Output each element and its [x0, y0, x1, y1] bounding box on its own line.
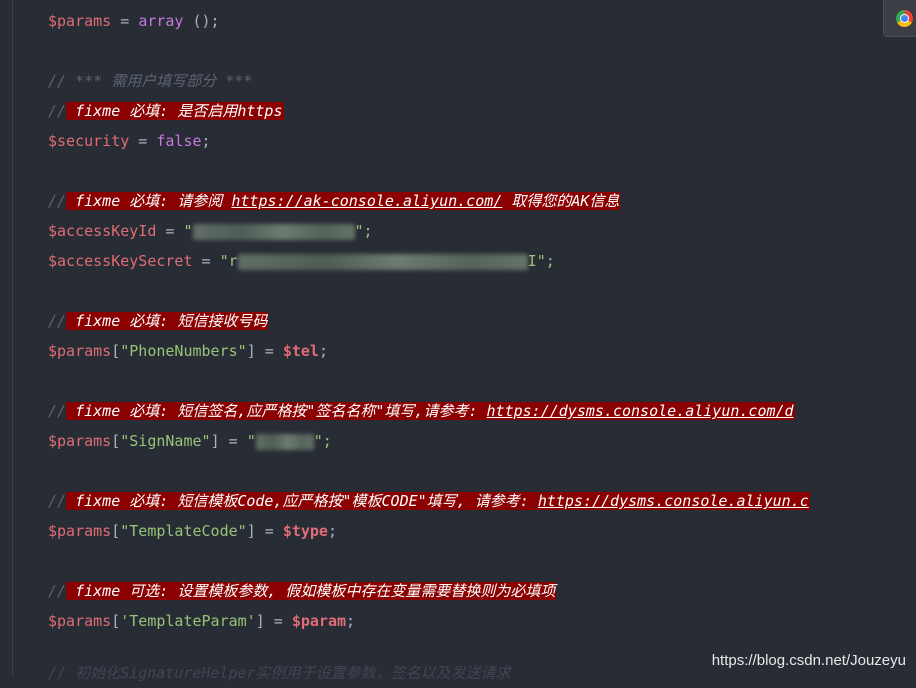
comment-link[interactable]: https://ak-console.aliyun.com/ [231, 192, 502, 210]
code-line-8: // fixme 必填: 短信接收号码 [48, 306, 269, 336]
code-line-14: // fixme 可选: 设置模板参数, 假如模板中存在变量需要替换则为必填项 [48, 576, 557, 606]
fixme-comment: fixme 必填: 短信接收号码 [66, 312, 269, 330]
variable: $params [48, 12, 112, 30]
keyword: false [156, 132, 202, 150]
code-line-12: // fixme 必填: 短信模板Code,应严格按"模板CODE"填写, 请参… [48, 486, 810, 516]
punctuation: (); [183, 12, 220, 30]
redacted-value [255, 433, 314, 450]
comment-text: fixme 必填: 请参阅 [66, 192, 232, 210]
comment-link[interactable]: https://dysms.console.aliyun.c [538, 492, 809, 510]
string-fragment: I [527, 252, 537, 270]
keyword: array [138, 12, 184, 30]
code-line-2: // *** 需用户填写部分 *** [48, 66, 252, 96]
array-key: "SignName" [120, 432, 211, 450]
comment-slashes: // [48, 312, 67, 330]
comment-link[interactable]: https://dysms.console.aliyun.com/d [487, 402, 794, 420]
operator: = [111, 12, 139, 30]
comment-slashes: // [48, 102, 67, 120]
comment-text: fixme 必填: 短信签名,应严格按"签名名称"填写,请参考: [66, 402, 487, 420]
punctuation: ] [210, 432, 220, 450]
watermark: https://blog.csdn.net/Jouzeyu [711, 652, 906, 669]
string-quote: "; [354, 222, 373, 240]
fixme-comment: fixme 必填: 是否启用https [66, 102, 284, 120]
operator: = [129, 132, 157, 150]
code-line-1: $params = array (); [48, 6, 220, 36]
variable: $accessKeySecret [48, 252, 193, 270]
string-quote: " [183, 222, 193, 240]
chrome-icon [896, 10, 913, 27]
operator: = [255, 522, 283, 540]
string-quote: "; [536, 252, 555, 270]
variable: $params [48, 342, 112, 360]
comment-slashes: // [48, 72, 67, 90]
punctuation: ; [346, 612, 356, 630]
punctuation: ; [201, 132, 211, 150]
punctuation: ] [246, 342, 256, 360]
fixme-comment: fixme 必填: 请参阅 https://ak-console.aliyun.… [66, 192, 621, 210]
variable: $param [291, 612, 347, 630]
variable: $security [48, 132, 130, 150]
code-line-7: $accessKeySecret = "r I"; [48, 246, 555, 276]
array-key: "PhoneNumbers" [120, 342, 247, 360]
variable: $params [48, 432, 112, 450]
string-quote: "; [313, 432, 332, 450]
open-in-browser-button[interactable] [883, 0, 916, 37]
redacted-value [237, 253, 528, 270]
code-line-3: // fixme 必填: 是否启用https [48, 96, 284, 126]
code-line-6: $accessKeyId = " "; [48, 216, 373, 246]
variable: $type [282, 522, 328, 540]
operator: = [255, 342, 283, 360]
variable: $params [48, 612, 112, 630]
array-key: "TemplateCode" [120, 522, 247, 540]
punctuation: ; [327, 522, 337, 540]
comment-text: fixme 必填: 短信模板Code,应严格按"模板CODE"填写, 请参考: [66, 492, 538, 510]
code-line-11: $params["SignName"] = " "; [48, 426, 332, 456]
string-fragment: r [228, 252, 238, 270]
punctuation: ] [255, 612, 265, 630]
code-line-16: // 初始化SignatureHelper实例用于设置参数，签名以及发送请求 [48, 664, 511, 682]
comment-slashes: // [48, 492, 67, 510]
punctuation: [ [111, 612, 121, 630]
string-quote: " [246, 432, 256, 450]
redacted-value [192, 223, 355, 240]
comment-text: 取得您的AK信息 [502, 192, 620, 210]
code-line-10: // fixme 必填: 短信签名,应严格按"签名名称"填写,请参考: http… [48, 396, 795, 426]
comment-slashes: // [48, 402, 67, 420]
punctuation: [ [111, 342, 121, 360]
operator: = [264, 612, 292, 630]
operator: = [192, 252, 220, 270]
code-line-4: $security = false; [48, 126, 211, 156]
editor-gutter-border [12, 0, 13, 677]
code-line-5: // fixme 必填: 请参阅 https://ak-console.aliy… [48, 186, 621, 216]
variable: $accessKeyId [48, 222, 157, 240]
fixme-comment: fixme 必填: 短信签名,应严格按"签名名称"填写,请参考: https:/… [66, 402, 795, 420]
operator: = [156, 222, 184, 240]
code-line-9: $params["PhoneNumbers"] = $tel; [48, 336, 328, 366]
comment-text: *** 需用户填写部分 *** [66, 72, 253, 90]
comment-slashes: // [48, 582, 67, 600]
array-key: 'TemplateParam' [120, 612, 256, 630]
code-line-13: $params["TemplateCode"] = $type; [48, 516, 337, 546]
punctuation: [ [111, 432, 121, 450]
variable: $params [48, 522, 112, 540]
punctuation: [ [111, 522, 121, 540]
punctuation: ; [318, 342, 328, 360]
comment-slashes: // [48, 192, 67, 210]
string-quote: " [219, 252, 229, 270]
variable: $tel [282, 342, 319, 360]
fixme-comment: fixme 可选: 设置模板参数, 假如模板中存在变量需要替换则为必填项 [66, 582, 557, 600]
operator: = [219, 432, 247, 450]
code-line-15: $params['TemplateParam'] = $param; [48, 606, 355, 636]
punctuation: ] [246, 522, 256, 540]
fixme-comment: fixme 必填: 短信模板Code,应严格按"模板CODE"填写, 请参考: … [66, 492, 810, 510]
